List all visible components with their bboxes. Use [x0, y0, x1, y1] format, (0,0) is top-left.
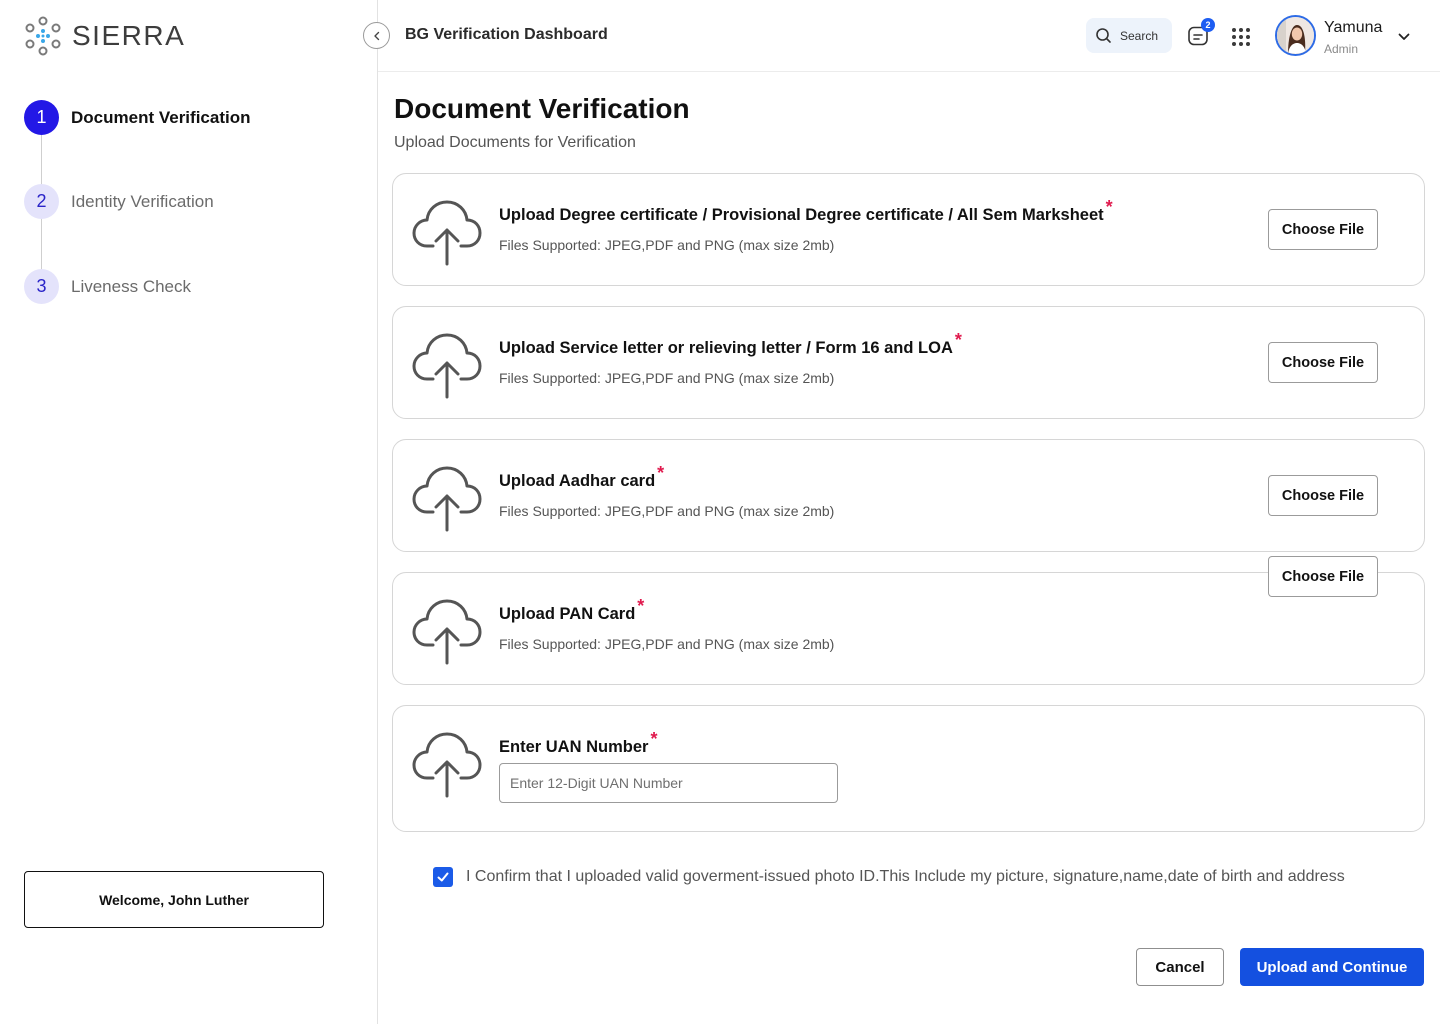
search-label: Search	[1120, 28, 1159, 43]
cloud-upload-icon	[412, 466, 482, 532]
step-label: Identity Verification	[71, 191, 214, 211]
required-marker: *	[650, 729, 658, 749]
upload-title: Upload PAN Card *	[499, 596, 645, 623]
step-connector	[41, 135, 42, 185]
user-photo-icon	[1277, 17, 1314, 54]
user-role: Admin	[1324, 42, 1359, 56]
required-marker: *	[954, 330, 962, 350]
top-header: BG Verification Dashboard Search 2 Yamun…	[378, 0, 1440, 72]
upload-hint: Files Supported: JPEG,PDF and PNG (max s…	[499, 636, 835, 652]
step-number: 1	[24, 100, 59, 135]
upload-title: Upload Aadhar card *	[499, 463, 665, 490]
step-label: Document Verification	[71, 107, 251, 127]
confirm-row: I Confirm that I uploaded valid govermen…	[433, 867, 1345, 887]
uan-card: Enter UAN Number *	[392, 705, 1425, 832]
step-identity-verification[interactable]: 2 Identity Verification	[24, 184, 214, 219]
step-connector	[41, 218, 42, 270]
cloud-upload-icon	[412, 732, 482, 798]
required-marker: *	[637, 596, 645, 616]
cloud-upload-icon	[412, 200, 482, 266]
search-icon	[1096, 28, 1111, 43]
sidebar: SIERRA 1 Document Verification 2 Identit…	[0, 0, 378, 1024]
upload-hint: Files Supported: JPEG,PDF and PNG (max s…	[499, 503, 835, 519]
confirm-checkbox[interactable]	[433, 867, 453, 887]
required-marker: *	[657, 463, 665, 483]
welcome-box: Welcome, John Luther	[24, 871, 324, 928]
choose-file-button[interactable]: Choose File	[1268, 342, 1378, 383]
cancel-button[interactable]: Cancel	[1136, 948, 1224, 986]
collapse-sidebar-button[interactable]	[363, 22, 390, 49]
required-marker: *	[1105, 197, 1113, 217]
choose-file-button[interactable]: Choose File	[1268, 209, 1378, 250]
notifications-button[interactable]: 2	[1186, 18, 1215, 48]
upload-hint: Files Supported: JPEG,PDF and PNG (max s…	[499, 237, 835, 253]
sierra-logo-icon	[25, 16, 61, 56]
step-label: Liveness Check	[71, 276, 192, 296]
uan-title: Enter UAN Number *	[499, 729, 658, 756]
step-document-verification[interactable]: 1 Document Verification	[24, 100, 250, 135]
upload-and-continue-button[interactable]: Upload and Continue	[1240, 948, 1424, 986]
chevron-left-icon	[373, 31, 379, 40]
step-number: 2	[24, 184, 59, 219]
user-name: Yamuna	[1324, 19, 1383, 36]
page-title: Document Verification	[394, 93, 690, 124]
choose-file-button[interactable]: Choose File	[1268, 475, 1378, 516]
search-box[interactable]: Search	[1086, 18, 1172, 53]
page-subtitle: Upload Documents for Verification	[394, 134, 636, 151]
notification-badge: 2	[1201, 18, 1215, 32]
header-title: BG Verification Dashboard	[405, 26, 608, 43]
upload-title: Upload Service letter or relieving lette…	[499, 330, 962, 357]
brand-logo[interactable]: SIERRA	[24, 16, 185, 56]
choose-file-button[interactable]: Choose File	[1268, 556, 1378, 597]
check-icon	[437, 872, 449, 882]
brand-name: SIERRA	[72, 20, 186, 51]
cloud-upload-icon	[412, 333, 482, 399]
confirm-label: I Confirm that I uploaded valid govermen…	[466, 868, 1345, 885]
uan-number-input[interactable]	[499, 763, 838, 803]
step-liveness-check[interactable]: 3 Liveness Check	[24, 269, 191, 304]
apps-grid-icon[interactable]	[1232, 28, 1250, 46]
chevron-down-icon[interactable]	[1397, 30, 1411, 44]
upload-hint: Files Supported: JPEG,PDF and PNG (max s…	[499, 370, 835, 386]
cloud-upload-icon	[412, 599, 482, 665]
user-avatar[interactable]	[1275, 15, 1316, 56]
step-number: 3	[24, 269, 59, 304]
upload-title: Upload Degree certificate / Provisional …	[499, 197, 1113, 224]
